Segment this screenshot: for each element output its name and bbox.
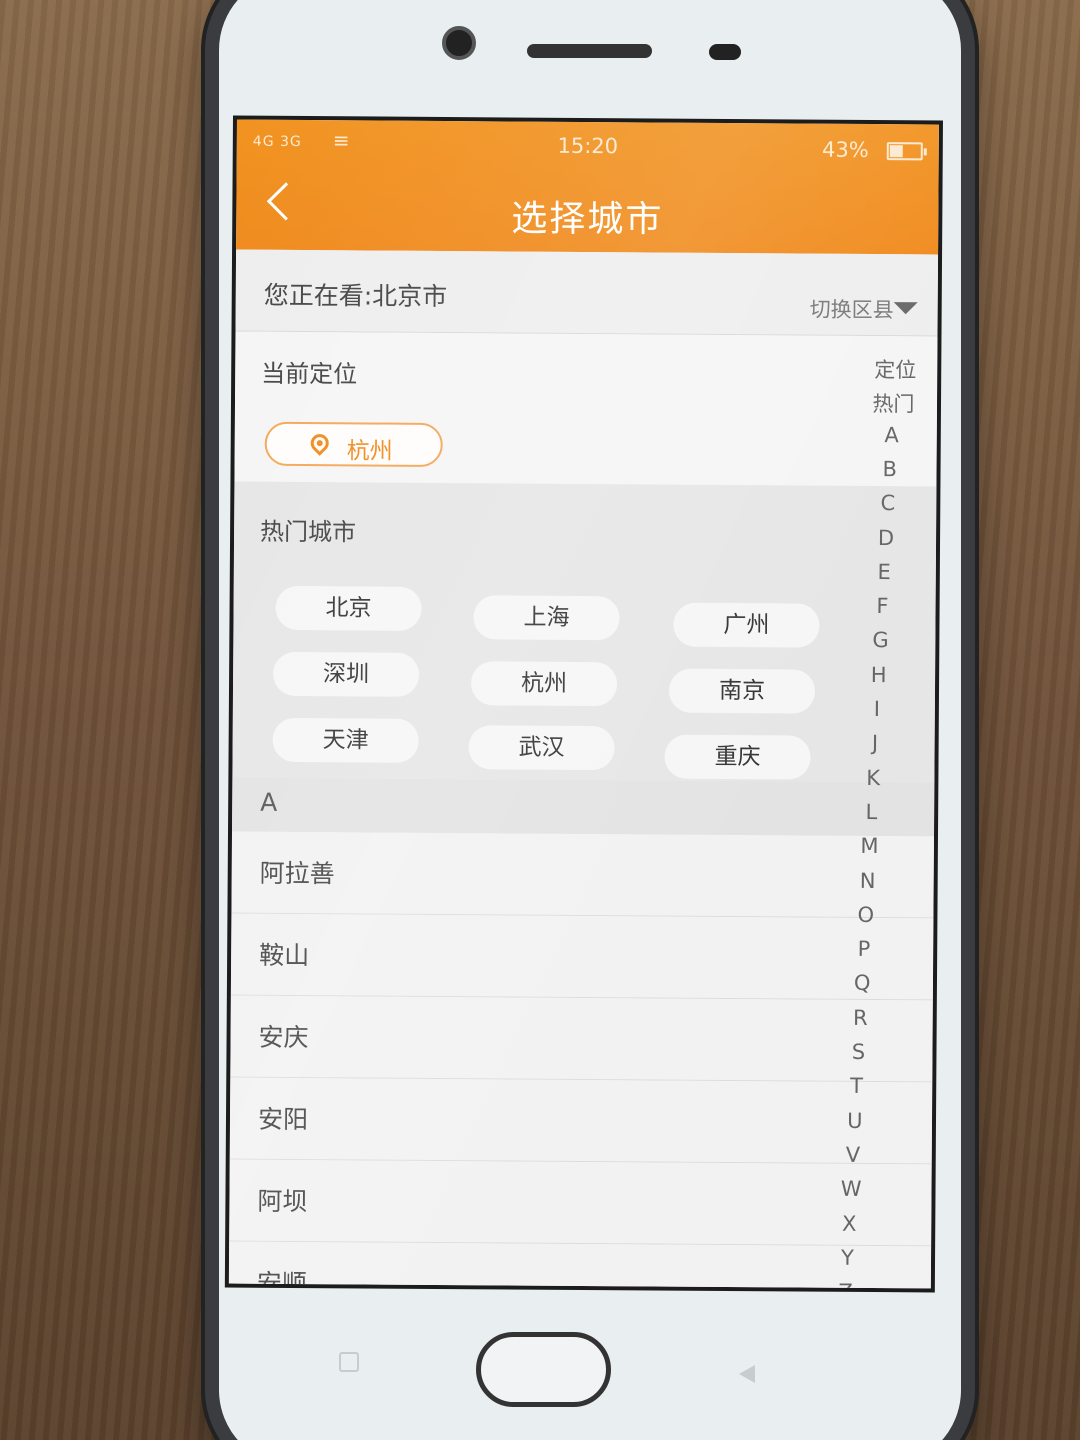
- index-letter[interactable]: J: [845, 731, 905, 755]
- viewing-city-bar: 您正在看:北京市 切换区县: [235, 249, 939, 337]
- hot-city-chip[interactable]: 广州: [673, 602, 820, 648]
- hot-cities-section: 热门城市 北京 上海 广州 深圳 杭州 南京 天津 武汉 重庆: [232, 481, 937, 783]
- city-name: 阿坝: [257, 1186, 308, 1217]
- battery-icon: [886, 142, 923, 161]
- index-letter[interactable]: Z: [816, 1280, 876, 1293]
- index-letter[interactable]: P: [834, 937, 894, 961]
- location-pin-icon: [306, 430, 333, 456]
- current-location-chip[interactable]: 杭州: [264, 421, 443, 467]
- city-name: 鞍山: [259, 940, 310, 971]
- index-letter[interactable]: A: [862, 423, 922, 447]
- index-letter[interactable]: U: [825, 1108, 885, 1132]
- index-letter[interactable]: Y: [817, 1245, 877, 1270]
- index-letter[interactable]: I: [847, 697, 907, 721]
- index-letter[interactable]: W: [821, 1177, 881, 1201]
- index-letter[interactable]: E: [854, 560, 914, 584]
- hot-city-chip[interactable]: 北京: [275, 585, 422, 631]
- phone-screen: 4G 3G ≡ 15:20 43% 选择城市 您正在看:北京市 切换区县 当前定…: [224, 115, 943, 1293]
- letter-header-a: A: [232, 777, 935, 837]
- switch-district-button[interactable]: 切换区县: [810, 294, 894, 325]
- index-letter[interactable]: H: [849, 663, 909, 687]
- app-header: 4G 3G ≡ 15:20 43% 选择城市: [236, 119, 939, 255]
- city-list-item[interactable]: 阿拉善: [231, 831, 934, 919]
- index-letter[interactable]: S: [828, 1040, 888, 1064]
- index-letter[interactable]: L: [841, 800, 901, 824]
- letter-header-label: A: [260, 787, 278, 817]
- index-letter[interactable]: D: [856, 525, 916, 550]
- viewing-city-label: 您正在看:北京市: [263, 280, 448, 312]
- hot-city-chip[interactable]: 杭州: [470, 661, 618, 707]
- page-title: 选择城市: [511, 198, 664, 241]
- front-camera: [442, 26, 476, 60]
- index-letter[interactable]: Q: [832, 971, 892, 995]
- index-letter[interactable]: V: [823, 1143, 883, 1167]
- back-key[interactable]: [739, 1365, 755, 1383]
- index-letter[interactable]: 定位: [865, 354, 925, 384]
- recent-apps-key[interactable]: [339, 1352, 359, 1372]
- index-letter[interactable]: O: [836, 903, 896, 927]
- hot-cities-label: 热门城市: [260, 517, 357, 547]
- hot-city-chip[interactable]: 南京: [668, 668, 816, 714]
- status-bar: 4G 3G ≡ 15:20 43%: [237, 128, 939, 173]
- hot-city-chip[interactable]: 上海: [473, 595, 620, 641]
- current-location-city: 杭州: [346, 438, 393, 465]
- index-letter[interactable]: C: [858, 491, 918, 515]
- home-button[interactable]: [476, 1332, 611, 1407]
- index-letter[interactable]: T: [827, 1074, 887, 1098]
- city-name: 安庆: [258, 1022, 309, 1053]
- proximity-sensor: [709, 44, 741, 60]
- earpiece-speaker: [527, 44, 652, 58]
- city-name: 安阳: [257, 1104, 309, 1135]
- index-letter[interactable]: R: [830, 1005, 890, 1030]
- index-letter[interactable]: B: [860, 457, 920, 481]
- battery-percent: 43%: [822, 137, 869, 162]
- city-name: 阿拉善: [259, 858, 335, 889]
- current-location-label: 当前定位: [261, 359, 358, 389]
- city-list-item[interactable]: 安庆: [230, 995, 933, 1083]
- alphabet-index-bar[interactable]: 定位 热门 A B C D E F G H I J K L M N O P Q R S T U V W X Y Z: [838, 354, 926, 1292]
- index-letter[interactable]: N: [838, 868, 898, 892]
- index-letter[interactable]: X: [819, 1211, 879, 1235]
- hot-city-chip[interactable]: 天津: [272, 717, 419, 763]
- index-letter[interactable]: K: [843, 765, 903, 790]
- hot-city-chip[interactable]: 深圳: [272, 651, 420, 697]
- city-list-item[interactable]: 鞍山: [230, 913, 934, 1001]
- hot-city-chip[interactable]: 重庆: [664, 734, 811, 780]
- index-letter[interactable]: G: [850, 628, 910, 652]
- index-letter[interactable]: M: [839, 834, 899, 858]
- index-letter[interactable]: F: [852, 594, 912, 618]
- index-letter[interactable]: 热门: [863, 388, 923, 418]
- dropdown-arrow-icon[interactable]: [893, 302, 918, 315]
- hot-city-chip[interactable]: 武汉: [468, 725, 615, 771]
